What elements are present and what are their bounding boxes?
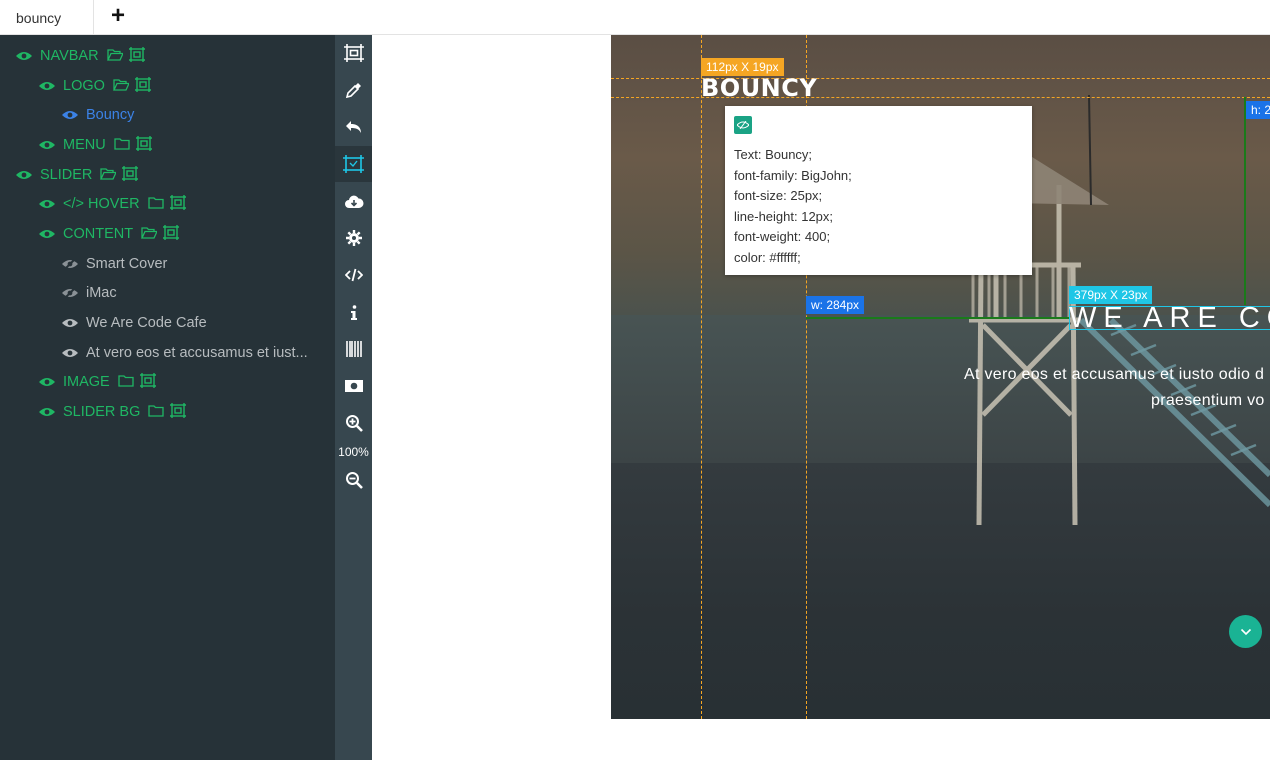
- folder-open-icon[interactable]: [106, 48, 124, 65]
- layer-label: NAVBAR: [40, 48, 99, 64]
- folder-icon[interactable]: [148, 404, 165, 421]
- select-frame-icon[interactable]: [122, 165, 139, 185]
- select-frame-icon[interactable]: [170, 402, 187, 422]
- folder-open-icon[interactable]: [112, 78, 130, 95]
- element-info-tooltip: Text: Bouncy; font-family: BigJohn; font…: [725, 106, 1032, 275]
- tool-bar: 100%: [335, 35, 372, 760]
- eye-icon[interactable]: [62, 318, 78, 328]
- tooltip-line: Text: Bouncy;: [734, 147, 813, 162]
- slider-paragraph-line[interactable]: At vero eos et accusamus et iusto odio d: [964, 366, 1264, 384]
- eyedropper-icon[interactable]: [335, 72, 372, 108]
- tab-bar: bouncy +: [0, 0, 1270, 35]
- logo-size-badge: 112px X 19px: [701, 58, 784, 76]
- tooltip-line: font-weight: 400;: [734, 229, 831, 244]
- layer-imac[interactable]: iMac: [62, 281, 125, 305]
- tab-bouncy[interactable]: bouncy: [0, 0, 94, 35]
- eye-icon[interactable]: [16, 51, 32, 61]
- height-badge: h: 2: [1246, 101, 1270, 119]
- select-frame-icon[interactable]: [335, 35, 372, 71]
- layer-label: CONTENT: [63, 226, 134, 242]
- select-frame-icon[interactable]: [139, 372, 156, 392]
- layer-label: Bouncy: [86, 107, 135, 123]
- layer-label: SLIDER: [40, 167, 93, 183]
- layer-label: LOGO: [63, 78, 105, 94]
- eye-icon[interactable]: [39, 81, 55, 91]
- width-measure-line: [806, 317, 1069, 319]
- eye-icon[interactable]: [39, 199, 55, 209]
- eye-slash-icon[interactable]: [62, 288, 78, 298]
- eye-icon[interactable]: [39, 140, 55, 150]
- layer-image[interactable]: IMAGE: [39, 370, 162, 394]
- eye-slash-icon[interactable]: [734, 116, 752, 134]
- layer-smart-cover[interactable]: Smart Cover: [62, 252, 175, 276]
- layer-label: IMAGE: [63, 374, 110, 390]
- width-badge: w: 284px: [806, 296, 865, 314]
- scroll-down-button[interactable]: [1229, 615, 1262, 648]
- layers-panel: NAVBAR LOGO Bouncy MENU SLIDER </> HOVER…: [0, 35, 335, 760]
- layer-bouncy[interactable]: Bouncy: [62, 103, 142, 127]
- folder-icon[interactable]: [114, 137, 130, 154]
- cloud-download-icon[interactable]: [335, 183, 372, 219]
- layer-label: </> HOVER: [63, 196, 140, 212]
- measure-icon[interactable]: [335, 146, 372, 182]
- layer-logo[interactable]: LOGO: [39, 74, 157, 98]
- folder-open-icon[interactable]: [141, 226, 159, 243]
- folder-icon[interactable]: [147, 196, 164, 213]
- layer-menu[interactable]: MENU: [39, 133, 158, 157]
- eye-icon[interactable]: [39, 377, 55, 387]
- layer-label: At vero eos et accusamus et iust...: [86, 345, 308, 361]
- brand-logo-text[interactable]: BOUNCY: [701, 74, 817, 102]
- eye-icon[interactable]: [39, 407, 55, 417]
- info-icon[interactable]: [335, 294, 372, 330]
- layer-label: We Are Code Cafe: [86, 315, 207, 331]
- tooltip-line: font-size: 25px;: [734, 188, 823, 203]
- headline-size-badge: 379px X 23px: [1069, 286, 1153, 304]
- guide-line-vertical: [701, 35, 702, 719]
- settings-icon[interactable]: [335, 220, 372, 256]
- money-icon[interactable]: [335, 368, 372, 404]
- zoom-out-icon[interactable]: [335, 462, 372, 498]
- layer-label: iMac: [86, 285, 117, 301]
- zoom-in-icon[interactable]: [335, 405, 372, 441]
- select-frame-icon[interactable]: [134, 76, 151, 96]
- layer-we-are-code-cafe[interactable]: We Are Code Cafe: [62, 311, 215, 335]
- layer-label: MENU: [63, 137, 106, 153]
- barcode-icon[interactable]: [335, 331, 372, 367]
- eye-icon[interactable]: [16, 170, 32, 180]
- layer-paragraph[interactable]: At vero eos et accusamus et iust...: [62, 341, 316, 365]
- layer-label: SLIDER BG: [63, 404, 141, 420]
- select-frame-icon[interactable]: [169, 194, 186, 214]
- undo-icon[interactable]: [335, 109, 372, 145]
- chevron-down-icon: [1240, 628, 1251, 635]
- tooltip-line: color: #ffffff;: [734, 249, 801, 265]
- layer-slider-bg[interactable]: SLIDER BG: [39, 400, 192, 424]
- tooltip-line: font-family: BigJohn;: [734, 167, 852, 183]
- slider-headline[interactable]: WE ARE CO: [1069, 302, 1270, 335]
- height-measure-line: [1244, 97, 1246, 305]
- eye-icon[interactable]: [39, 229, 55, 239]
- layer-navbar[interactable]: NAVBAR: [16, 44, 151, 68]
- zoom-level: 100%: [338, 445, 369, 459]
- add-tab-button[interactable]: +: [107, 4, 129, 29]
- select-frame-icon[interactable]: [163, 224, 180, 244]
- eye-slash-icon[interactable]: [62, 259, 78, 269]
- tooltip-line: line-height: 12px;: [734, 208, 834, 224]
- folder-open-icon[interactable]: [100, 167, 118, 184]
- layer-content[interactable]: CONTENT: [39, 222, 185, 246]
- eye-icon[interactable]: [62, 348, 78, 358]
- layer-hover[interactable]: </> HOVER: [39, 192, 192, 216]
- layer-slider[interactable]: SLIDER: [16, 163, 144, 187]
- eye-icon[interactable]: [62, 110, 78, 120]
- slider-paragraph-line[interactable]: praesentium vo: [1151, 392, 1265, 410]
- select-frame-icon[interactable]: [135, 135, 152, 155]
- layer-label: Smart Cover: [86, 256, 168, 272]
- code-icon[interactable]: [335, 257, 372, 293]
- select-frame-icon[interactable]: [128, 46, 145, 66]
- folder-icon[interactable]: [118, 374, 134, 391]
